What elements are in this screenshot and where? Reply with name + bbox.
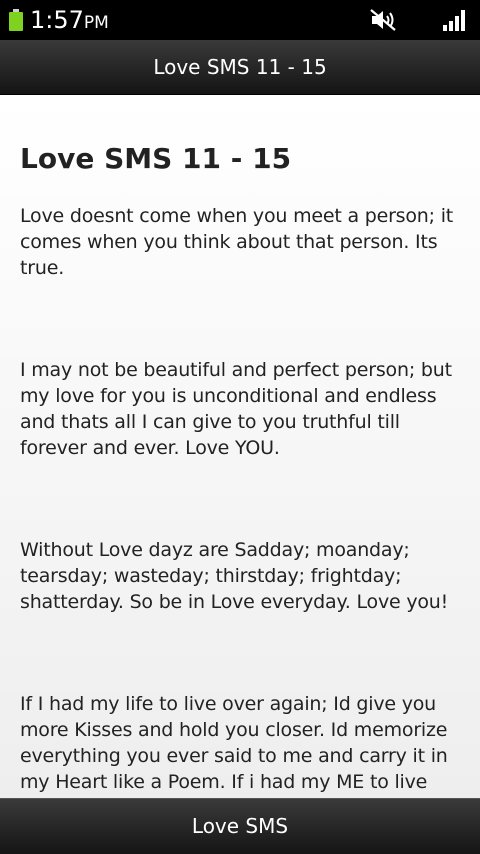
phone-screen: 1:57PM Love SMS 11 - 15 Love SMS 11 - 15…	[0, 0, 480, 854]
content-area[interactable]: Love SMS 11 - 15 Love doesnt come when y…	[0, 95, 480, 798]
clock-time: 1:57	[30, 6, 84, 34]
signal-icon	[443, 10, 465, 31]
status-bar: 1:57PM	[0, 0, 480, 40]
sms-message: If I had my life to live over again; Id …	[20, 693, 448, 798]
status-clock: 1:57PM	[30, 4, 109, 39]
mute-icon	[370, 9, 396, 31]
love-sms-button[interactable]: Love SMS	[0, 798, 480, 854]
clock-ampm: PM	[83, 13, 109, 33]
love-sms-button-label: Love SMS	[191, 814, 289, 838]
sms-message: Love doesnt come when you meet a person;…	[20, 205, 454, 279]
sms-message: Without Love dayz are Sadday; moanday; t…	[20, 539, 449, 613]
app-title: Love SMS 11 - 15	[153, 55, 327, 79]
battery-icon	[9, 9, 23, 31]
app-title-bar: Love SMS 11 - 15	[0, 40, 480, 95]
page-title: Love SMS 11 - 15	[20, 142, 292, 175]
sms-message: I may not be beautiful and perfect perso…	[20, 359, 452, 459]
